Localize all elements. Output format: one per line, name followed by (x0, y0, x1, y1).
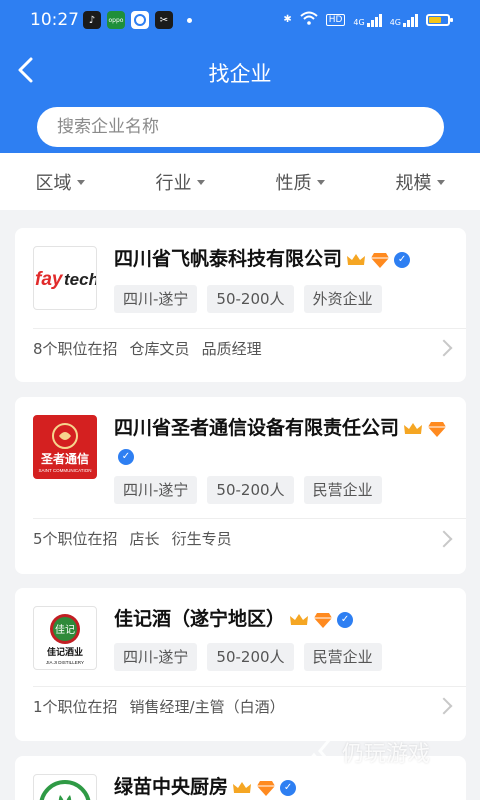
page-title: 找企业 (208, 62, 272, 86)
company-logo (33, 774, 97, 800)
svg-text:佳记: 佳记 (55, 623, 75, 636)
diamond-icon (370, 251, 390, 269)
app-icon (131, 11, 149, 29)
signal-2-icon: 4G (390, 13, 418, 27)
caret-down-icon (436, 180, 445, 185)
crown-icon (346, 252, 366, 268)
header-bar: 10:27 ♪ oppo ✂ ✱ HD 4G 4G 找企业 搜索企业名称 (0, 0, 480, 153)
job-summary: 1个职位在招 销售经理/主管（白酒） (33, 698, 285, 716)
caret-down-icon (316, 180, 325, 185)
company-tags: 四川-遂宁 50-200人 民营企业 (114, 643, 382, 671)
watermark-sub: Rengwan Games (362, 765, 432, 775)
tag-nature: 外资企业 (303, 285, 382, 313)
status-indicators: ✱ HD 4G 4G (283, 11, 453, 28)
tag-nature: 民营企业 (303, 476, 382, 504)
svg-text:JIA JI DISTILLERY: JIA JI DISTILLERY (46, 660, 84, 665)
filter-region[interactable]: 区域 (0, 153, 120, 210)
company-logo: 圣者通信 SAINT COMMUNICATION (33, 415, 97, 479)
diamond-icon (313, 611, 333, 629)
diamond-icon (427, 420, 447, 438)
company-name: 佳记酒（遂宁地区） ✓ (114, 605, 454, 633)
company-name: 四川省圣者通信设备有限责任公司 ✓ (114, 414, 454, 470)
caret-down-icon (76, 180, 85, 185)
crown-icon (232, 780, 252, 796)
chevron-right-icon (435, 697, 453, 715)
search-input[interactable]: 搜索企业名称 (37, 107, 444, 147)
filter-scale[interactable]: 规模 (360, 153, 480, 210)
company-card[interactable]: fay tech 四川省飞帆泰科技有限公司 ✓ 四川-遂宁 50-200人 外资企… (15, 228, 466, 382)
verified-icon: ✓ (337, 611, 354, 628)
filter-nature[interactable]: 性质 (240, 153, 360, 210)
company-card[interactable]: 圣者通信 SAINT COMMUNICATION 四川省圣者通信设备有限责任公司… (15, 397, 466, 574)
caret-down-icon (196, 180, 205, 185)
tag-location: 四川-遂宁 (114, 476, 198, 504)
chevron-right-icon (435, 530, 453, 548)
tiktok-icon: ♪ (83, 11, 101, 29)
divider (33, 686, 466, 687)
more-dot-icon (187, 17, 192, 23)
company-name: 绿苗中央厨房 ✓ (114, 773, 454, 800)
company-card[interactable]: 佳记 佳记酒业 JIA JI DISTILLERY 佳记酒（遂宁地区） ✓ 四川-… (15, 588, 466, 741)
watermark-logo-icon (304, 737, 336, 767)
job-summary: 8个职位在招 仓库文员 品质经理 (33, 340, 262, 358)
filter-industry[interactable]: 行业 (120, 153, 240, 210)
verified-icon: ✓ (280, 779, 297, 796)
divider (33, 328, 466, 329)
crown-icon (403, 421, 423, 437)
divider (33, 518, 466, 519)
company-tags: 四川-遂宁 50-200人 民营企业 (114, 476, 382, 504)
filter-bar: 区域 行业 性质 规模 (0, 153, 480, 210)
company-logo: fay tech (33, 246, 97, 310)
status-bar: 10:27 ♪ oppo ✂ ✱ HD 4G 4G (0, 0, 480, 40)
watermark: 仍玩游戏 (300, 735, 430, 769)
bluetooth-icon: ✱ (283, 14, 292, 25)
oppo-icon: oppo (107, 11, 125, 29)
svg-text:fay: fay (35, 269, 64, 290)
svg-text:SAINT COMMUNICATION: SAINT COMMUNICATION (38, 468, 91, 473)
status-time: 10:27 (30, 10, 79, 30)
company-logo: 佳记 佳记酒业 JIA JI DISTILLERY (33, 606, 97, 670)
company-tags: 四川-遂宁 50-200人 外资企业 (114, 285, 382, 313)
hd-icon: HD (325, 13, 346, 26)
svg-text:圣者通信: 圣者通信 (40, 451, 89, 466)
capcut-icon: ✂ (155, 11, 173, 29)
diamond-icon (256, 779, 276, 797)
tag-size: 50-200人 (207, 285, 294, 313)
tag-size: 50-200人 (207, 476, 294, 504)
chevron-right-icon (435, 339, 453, 357)
job-summary: 5个职位在招 店长 衍生专员 (33, 530, 232, 548)
tag-location: 四川-遂宁 (114, 643, 198, 671)
signal-1-icon: 4G (353, 13, 382, 27)
svg-text:tech: tech (64, 270, 96, 289)
tag-size: 50-200人 (207, 643, 294, 671)
verified-icon: ✓ (394, 251, 411, 268)
status-app-icons: ♪ oppo ✂ (83, 11, 192, 29)
battery-icon (426, 13, 453, 26)
crown-icon (289, 612, 309, 628)
tag-nature: 民营企业 (303, 643, 382, 671)
svg-text:佳记酒业: 佳记酒业 (47, 646, 83, 658)
company-name: 四川省飞帆泰科技有限公司 ✓ (114, 245, 454, 273)
tag-location: 四川-遂宁 (114, 285, 198, 313)
wifi-icon (300, 11, 318, 28)
verified-icon: ✓ (118, 448, 134, 465)
